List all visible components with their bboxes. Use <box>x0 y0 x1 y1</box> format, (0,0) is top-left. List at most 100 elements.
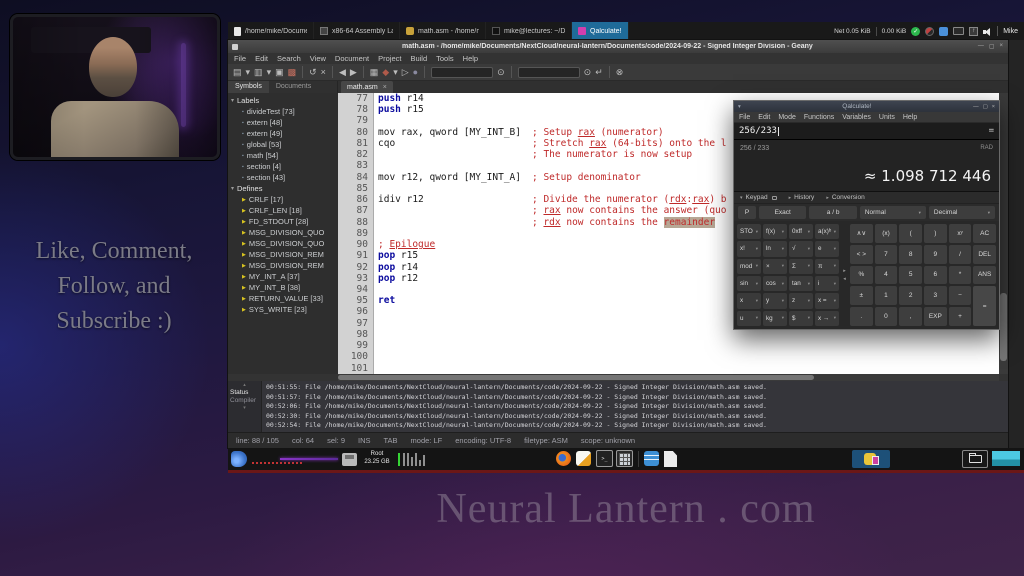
calc-key-sym[interactable]: ( <box>899 224 922 243</box>
quit-icon[interactable]: ⊗ <box>616 68 624 77</box>
goto-line-input[interactable] <box>518 67 580 78</box>
code-line[interactable]: 99 <box>338 340 999 351</box>
calc-key-sym[interactable]: = <box>973 286 996 326</box>
compile-icon[interactable]: ▦ <box>370 68 379 77</box>
menu-mode[interactable]: Mode <box>778 114 796 121</box>
open-file-icon[interactable]: ▥ <box>254 68 263 77</box>
maximize-icon[interactable]: ▢ <box>983 104 988 110</box>
build-icon[interactable]: ◆ <box>382 68 389 77</box>
calc-key-4[interactable]: 4 <box>875 266 898 285</box>
calc-key-5[interactable]: 5 <box>899 266 922 285</box>
calc-key-8[interactable]: 8 <box>899 245 922 264</box>
calc-mode-decimal[interactable]: Decimal▾ <box>929 206 995 219</box>
calc-key-ax[interactable]: a(x)ᵇ▾ <box>815 224 839 239</box>
tab-close-icon[interactable]: × <box>383 84 387 91</box>
calc-key-x[interactable]: x =▾ <box>815 293 839 308</box>
expander-icon[interactable]: ▾ <box>231 97 234 104</box>
status-message[interactable]: 00:52:06: File /home/mike/Documents/Next… <box>266 402 1008 412</box>
calc-key-u[interactable]: u▾ <box>737 311 761 326</box>
minimize-icon[interactable]: — <box>978 43 984 50</box>
calc-mode-exact[interactable]: Exact <box>759 206 806 219</box>
status-message[interactable]: 00:52:30: File /home/mike/Documents/Next… <box>266 412 1008 422</box>
code-line[interactable]: 100 <box>338 351 999 362</box>
calc-key-[interactable]: π▾ <box>815 259 839 274</box>
volume-icon[interactable] <box>983 27 992 36</box>
symbol-item[interactable]: ▶RETURN_VALUE [33] <box>228 293 338 304</box>
status-message[interactable]: 00:52:54: File /home/mike/Documents/Next… <box>266 421 1008 431</box>
file-manager-button[interactable] <box>962 450 988 468</box>
qalculate-taskbar-button[interactable] <box>852 450 890 468</box>
calc-key-fx[interactable]: f(x)▾ <box>763 224 787 239</box>
calc-key-[interactable]: √▾ <box>789 241 813 256</box>
menu-functions[interactable]: Functions <box>804 114 834 121</box>
menu-project[interactable]: Project <box>378 54 401 63</box>
calc-mode-p[interactable]: P <box>738 206 756 219</box>
document-tab[interactable]: math.asm × <box>341 81 393 93</box>
symbol-item[interactable]: ▪divideTest [73] <box>228 106 338 117</box>
sidebar-tab-documents[interactable]: Documents <box>269 81 318 93</box>
symbol-item[interactable]: ▶MSG_DIVISION_REM <box>228 260 338 271</box>
symbol-group[interactable]: ▾Labels <box>228 95 338 106</box>
symbol-item[interactable]: ▶CRLF [17] <box>228 194 338 205</box>
new-dropdown-icon[interactable]: ▾ <box>246 68 251 77</box>
nav-forward-icon[interactable]: ▶ <box>350 68 357 77</box>
jump-to-line-icon[interactable]: ↵ <box>595 68 603 77</box>
window-button-files[interactable]: /home/mike/Docume... <box>228 22 314 40</box>
calc-key-3[interactable]: 3 <box>924 286 947 305</box>
calc-key-z[interactable]: z▾ <box>789 293 813 308</box>
message-tab-compiler[interactable]: Compiler <box>230 397 256 404</box>
nav-back-icon[interactable]: ◀ <box>339 68 346 77</box>
status-message[interactable]: 00:51:55: File /home/mike/Documents/Next… <box>266 383 1008 393</box>
vscroll-thumb[interactable] <box>1000 293 1007 361</box>
calc-key-e[interactable]: e▾ <box>815 241 839 256</box>
user-menu[interactable]: Mike <box>1003 28 1018 35</box>
calc-key-sym[interactable]: , <box>899 307 922 326</box>
calculator-icon[interactable] <box>616 450 633 467</box>
calc-key-tan[interactable]: tan▾ <box>789 276 813 291</box>
calc-key-i[interactable]: i▾ <box>815 276 839 291</box>
menu-help[interactable]: Help <box>463 54 478 63</box>
calc-key-ans[interactable]: ANS <box>973 266 996 285</box>
calc-key-[interactable]: $▾ <box>789 311 813 326</box>
symbol-item[interactable]: ▶MY_INT_A [37] <box>228 271 338 282</box>
display-icon[interactable] <box>953 27 964 35</box>
calc-key-del[interactable]: DEL <box>973 245 996 264</box>
symbol-item[interactable]: ▪math [54] <box>228 150 338 161</box>
calc-key-9[interactable]: 9 <box>924 245 947 264</box>
calc-key-sym[interactable]: ) <box>924 224 947 243</box>
run-icon[interactable]: ▷ <box>402 68 409 77</box>
text-editor-icon[interactable] <box>576 451 591 466</box>
symbol-item[interactable]: ▪global [53] <box>228 139 338 150</box>
symbol-item[interactable]: ▶MSG_DIVISION_QUO <box>228 227 338 238</box>
calc-key-[interactable]: ×▾ <box>763 259 787 274</box>
calc-titlebar[interactable]: ▾ Qalculate! —▢× <box>734 101 999 112</box>
menu-view[interactable]: View <box>310 54 326 63</box>
symbol-item[interactable]: ▶SYS_WRITE [23] <box>228 304 338 315</box>
calc-key-ac[interactable]: AC <box>973 224 996 243</box>
calc-key-2[interactable]: 2 <box>899 286 922 305</box>
update-icon[interactable]: ↑ <box>969 27 978 36</box>
symbol-item[interactable]: ▪section [4] <box>228 161 338 172</box>
symbol-item[interactable]: ▶MY_INT_B [38] <box>228 282 338 293</box>
collapse-right-icon[interactable]: ▸ <box>843 268 846 274</box>
symbol-item[interactable]: ▶FD_STDOUT [28] <box>228 216 338 227</box>
calc-key-sym[interactable]: − <box>949 286 972 305</box>
calc-key-sym[interactable]: % <box>850 266 873 285</box>
open-dropdown-icon[interactable]: ▾ <box>267 68 272 77</box>
calc-mode-ab[interactable]: a / b <box>809 206 856 219</box>
editor-vscrollbar[interactable] <box>999 93 1008 374</box>
collapse-left-icon[interactable]: ◂ <box>843 276 846 282</box>
menu-units[interactable]: Units <box>879 114 895 121</box>
menu-tools[interactable]: Tools <box>436 54 454 63</box>
menu-document[interactable]: Document <box>335 54 369 63</box>
calc-key-mod[interactable]: mod▾ <box>737 259 761 274</box>
app-menu-icon[interactable] <box>231 451 247 467</box>
build-dropdown-icon[interactable]: ▾ <box>393 68 398 77</box>
calc-key-y[interactable]: y▾ <box>763 293 787 308</box>
scroll-down-icon[interactable]: ▾ <box>243 405 246 411</box>
window-button-qalculate[interactable]: Qalculate! <box>572 22 629 40</box>
terminal-icon[interactable]: >_ <box>596 450 613 467</box>
save-icon[interactable]: ▣ <box>275 68 284 77</box>
calc-input-row[interactable]: 256/233 = <box>734 123 999 140</box>
calc-key-sym[interactable]: ∧∨ <box>850 224 873 243</box>
